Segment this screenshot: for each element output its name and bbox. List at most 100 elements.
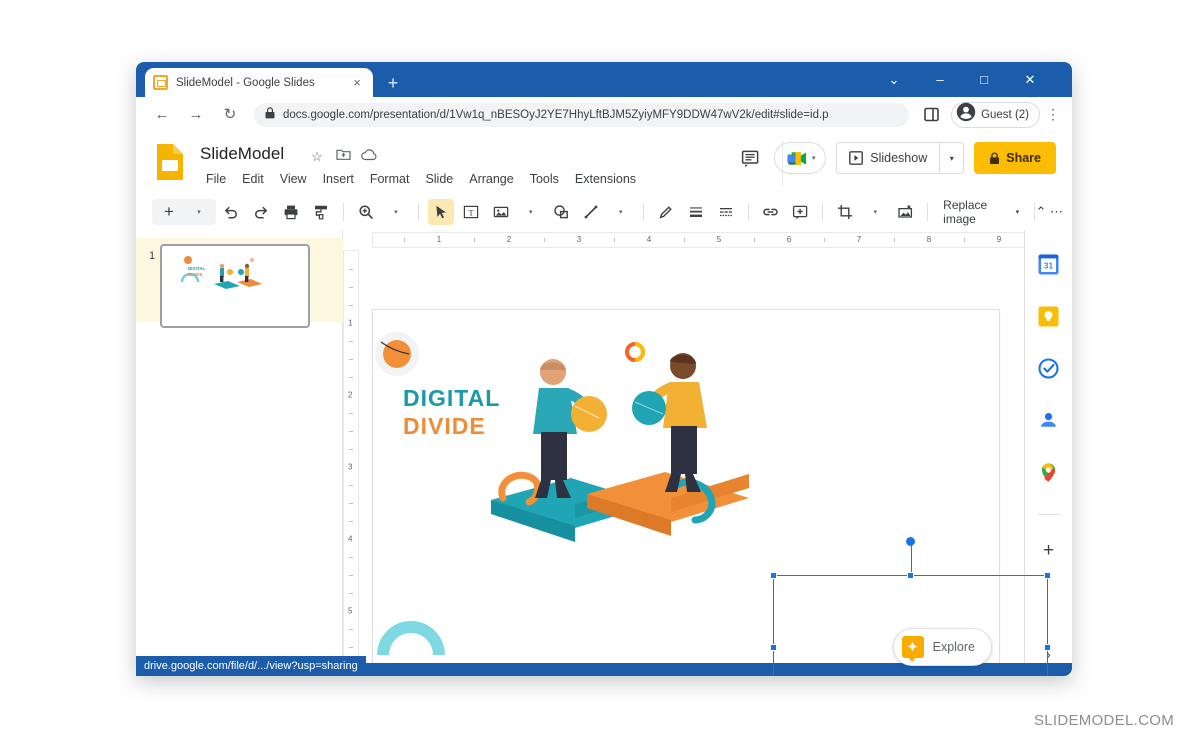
browser-tab[interactable]: SlideModel - Google Slides × <box>145 68 373 97</box>
crop-icon[interactable] <box>832 199 858 225</box>
explore-star-icon <box>901 636 924 662</box>
slide-thumbnail-artwork: DIGITAL DIVIDE <box>180 256 262 289</box>
replace-image-button[interactable]: Replace image ▾ <box>935 198 1027 226</box>
status-bar-link: drive.google.com/file/d/.../view?usp=sha… <box>144 660 358 672</box>
address-bar[interactable]: docs.google.com/presentation/d/1Vw1q_nBE… <box>254 102 910 127</box>
menu-extensions[interactable]: Extensions <box>567 169 644 189</box>
ruler-v-mark: 1 <box>348 318 353 328</box>
svg-text:T: T <box>468 208 473 217</box>
print-icon[interactable] <box>278 199 304 225</box>
slides-workspace: 1 DIGITAL DIVIDE 1 2 3 4 5 1 2 3 4 5 6 7… <box>136 230 1072 676</box>
zoom-caret-icon[interactable]: ▾ <box>383 199 409 225</box>
new-tab-button[interactable]: + <box>382 72 404 94</box>
slide-canvas-area: DIGITAL DIVIDE Explore <box>359 250 1051 676</box>
side-panel-icon[interactable] <box>919 103 943 127</box>
google-meet-button[interactable]: ▾ <box>774 142 827 174</box>
resize-handle-top-left[interactable] <box>770 572 777 579</box>
chrome-menu-icon[interactable]: ⋮ <box>1040 106 1066 123</box>
vertical-ruler[interactable]: 1 2 3 4 5 <box>343 250 359 670</box>
browser-title-bar: SlideModel - Google Slides × + ⌄ – □ ✕ <box>136 62 1072 97</box>
resize-handle-top-right[interactable] <box>1044 572 1051 579</box>
menu-tools[interactable]: Tools <box>522 169 567 189</box>
line-icon[interactable] <box>578 199 604 225</box>
pencil-icon[interactable] <box>653 199 679 225</box>
profile-chip[interactable]: Guest (2) <box>951 101 1040 128</box>
line-caret-icon[interactable]: ▾ <box>608 199 634 225</box>
new-slide-caret-icon[interactable]: ▾ <box>186 199 212 225</box>
menu-arrange[interactable]: Arrange <box>461 169 521 189</box>
close-tab-icon[interactable]: × <box>349 75 365 91</box>
ruler-h-mark: 7 <box>856 235 862 244</box>
replace-image-label: Replace image <box>943 198 988 226</box>
add-app-icon[interactable]: + <box>1037 539 1061 563</box>
redo-icon[interactable] <box>248 199 274 225</box>
link-icon[interactable] <box>757 199 783 225</box>
collapse-toolbar-icon[interactable]: ⌃ <box>1028 199 1054 225</box>
explore-button[interactable]: Explore <box>892 628 992 666</box>
filmstrip-slide-item[interactable]: 1 DIGITAL DIVIDE <box>136 238 343 328</box>
svg-text:DIGITAL: DIGITAL <box>403 385 500 411</box>
toolbar-divider <box>642 203 644 221</box>
slideshow-caret-icon[interactable]: ▾ <box>940 142 965 174</box>
reload-button[interactable]: ↻ <box>216 101 244 129</box>
move-to-folder-icon[interactable] <box>334 148 352 166</box>
window-close-button[interactable]: ✕ <box>1008 62 1052 97</box>
slideshow-group: Slideshow ▾ <box>836 142 965 174</box>
menu-slide[interactable]: Slide <box>417 169 461 189</box>
border-weight-icon[interactable] <box>683 199 709 225</box>
new-slide-group[interactable]: + ▾ <box>152 199 216 225</box>
window-maximize-button[interactable]: □ <box>962 62 1006 97</box>
menu-file[interactable]: File <box>198 169 234 189</box>
play-box-icon <box>849 151 864 165</box>
forward-button[interactable]: → <box>182 101 210 129</box>
slidemodel-watermark: SLIDEMODEL.COM <box>1033 712 1174 729</box>
ruler-h-mark: 8 <box>926 235 932 244</box>
share-button[interactable]: Share <box>974 142 1056 174</box>
star-icon[interactable]: ☆ <box>308 148 326 166</box>
insert-image-caret-icon[interactable]: ▾ <box>518 199 544 225</box>
insert-image-icon[interactable] <box>488 199 514 225</box>
border-dash-icon[interactable] <box>713 199 739 225</box>
cloud-saved-icon[interactable] <box>360 148 378 166</box>
resize-handle-middle-right[interactable] <box>1044 644 1051 651</box>
back-button[interactable]: ← <box>148 101 176 129</box>
text-box-icon[interactable]: T <box>458 199 484 225</box>
resize-handle-top-center[interactable] <box>906 572 914 579</box>
new-slide-icon[interactable]: + <box>156 199 182 225</box>
slides-header-actions: ▾ Slideshow ▾ Share <box>736 142 1056 174</box>
share-lock-icon <box>990 152 1000 164</box>
menu-format[interactable]: Format <box>362 169 418 189</box>
slide-number-label: 1 <box>148 250 156 262</box>
menu-insert[interactable]: Insert <box>315 169 362 189</box>
google-calendar-icon[interactable]: 31 <box>1037 252 1061 276</box>
mask-image-icon[interactable] <box>892 199 918 225</box>
slideshow-button[interactable]: Slideshow <box>836 142 941 174</box>
google-maps-icon[interactable] <box>1037 460 1061 484</box>
window-more-button[interactable]: ⌄ <box>872 62 916 97</box>
horizontal-ruler[interactable]: 1 2 3 4 5 6 7 8 9 <box>372 232 1044 248</box>
explore-label: Explore <box>932 640 975 654</box>
add-comment-icon[interactable] <box>787 199 813 225</box>
comment-history-icon[interactable] <box>736 144 764 172</box>
svg-text:DIVIDE: DIVIDE <box>403 413 486 439</box>
toolbar-divider <box>343 203 344 221</box>
select-arrow-icon[interactable] <box>427 199 454 225</box>
ruler-h-mark: 1 <box>436 235 442 244</box>
google-tasks-icon[interactable] <box>1037 356 1061 380</box>
zoom-icon[interactable] <box>353 199 379 225</box>
shape-icon[interactable] <box>548 199 574 225</box>
menu-edit[interactable]: Edit <box>234 169 272 189</box>
google-contacts-icon[interactable] <box>1037 408 1061 432</box>
resize-handle-middle-left[interactable] <box>770 644 777 651</box>
menu-view[interactable]: View <box>272 169 315 189</box>
slide-thumbnail[interactable]: DIGITAL DIVIDE <box>160 244 310 328</box>
paint-format-icon[interactable] <box>308 199 334 225</box>
rotation-handle[interactable] <box>906 537 915 546</box>
meet-caret-icon: ▾ <box>812 155 816 162</box>
document-title[interactable]: SlideModel <box>200 144 284 164</box>
window-minimize-button[interactable]: – <box>918 62 962 97</box>
crop-caret-icon[interactable]: ▾ <box>862 199 888 225</box>
google-keep-icon[interactable] <box>1037 304 1061 328</box>
account-avatar-icon <box>956 102 976 127</box>
undo-icon[interactable] <box>218 199 244 225</box>
